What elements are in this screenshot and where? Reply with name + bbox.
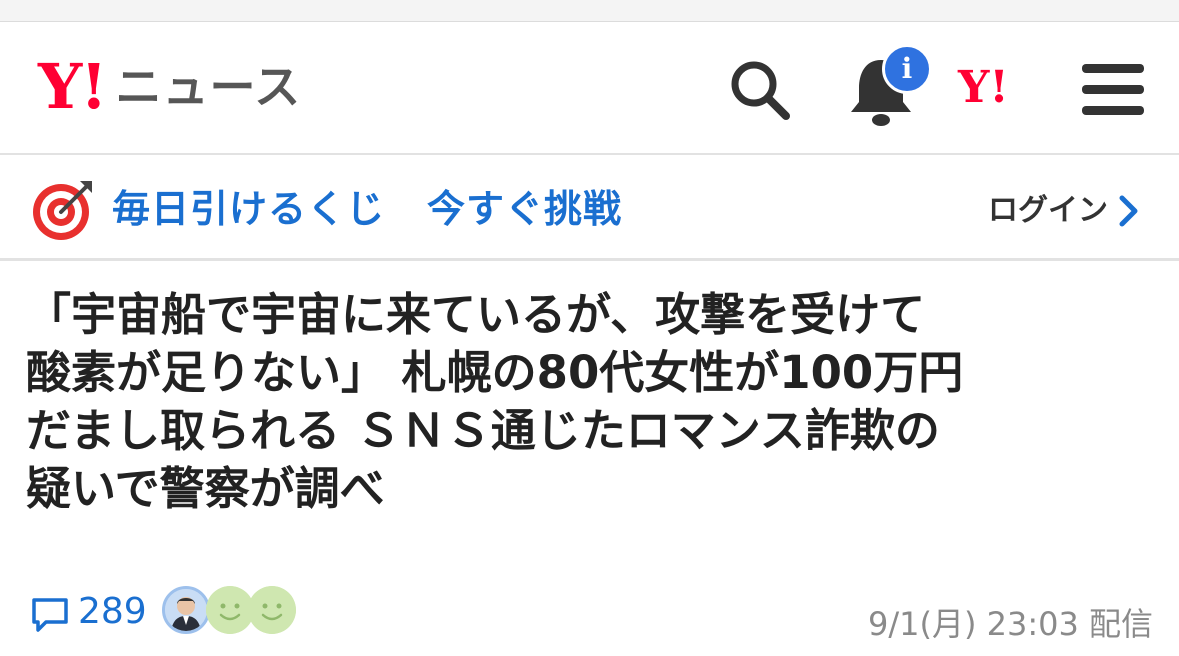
top-strip (0, 0, 1179, 22)
logo-text: ニュース (115, 60, 302, 114)
article-meta: 289 9/1(月) 23:03 配信 (0, 580, 1179, 656)
menu-icon[interactable] (1082, 62, 1144, 118)
publish-date: 9/1(月) 23:03 配信 (867, 605, 1153, 643)
promo-lottery-label: 毎日引けるくじ (112, 187, 386, 231)
headline-line: 「宇宙船で宇宙に来ているが、攻撃を受けて (26, 288, 926, 341)
chevron-right-icon (1119, 195, 1138, 227)
headline-line: だまし取られる ＳＮＳ通じたロマンス詐欺の (26, 404, 940, 457)
promo-challenge-label: 今すぐ挑戦 (427, 187, 623, 231)
search-icon[interactable] (726, 56, 794, 124)
yahoo-icon[interactable]: Y! (958, 66, 1009, 110)
smile-avatar-icon (248, 586, 296, 634)
person-icon (165, 589, 207, 631)
info-icon[interactable]: i (882, 44, 932, 94)
login-label: ログイン (988, 193, 1108, 228)
target-icon (33, 181, 92, 240)
promo-text[interactable]: 毎日引けるくじ 今すぐ挑戦 (112, 184, 622, 234)
headline-line: 酸素が足りない」 札幌の80代女性が100万円 (26, 346, 964, 399)
smile-avatar-icon (206, 586, 254, 634)
article-headline: 「宇宙船で宇宙に来ているが、攻撃を受けて 酸素が足りない」 札幌の80代女性が1… (26, 286, 1156, 518)
comment-count[interactable]: 289 (78, 588, 147, 636)
commenter-avatar (162, 586, 210, 634)
logo-mark: Y! (38, 50, 107, 123)
yahoo-news-logo[interactable]: Y! ニュース (38, 52, 301, 122)
login-link[interactable]: ログイン (988, 191, 1140, 231)
daily-lottery-banner[interactable]: 毎日引けるくじ 今すぐ挑戦 ログイン (0, 157, 1179, 261)
comment-icon[interactable] (30, 594, 70, 634)
site-header: Y! ニュース i Y! (0, 22, 1179, 155)
headline-line: 疑いで警察が調べ (26, 462, 385, 515)
